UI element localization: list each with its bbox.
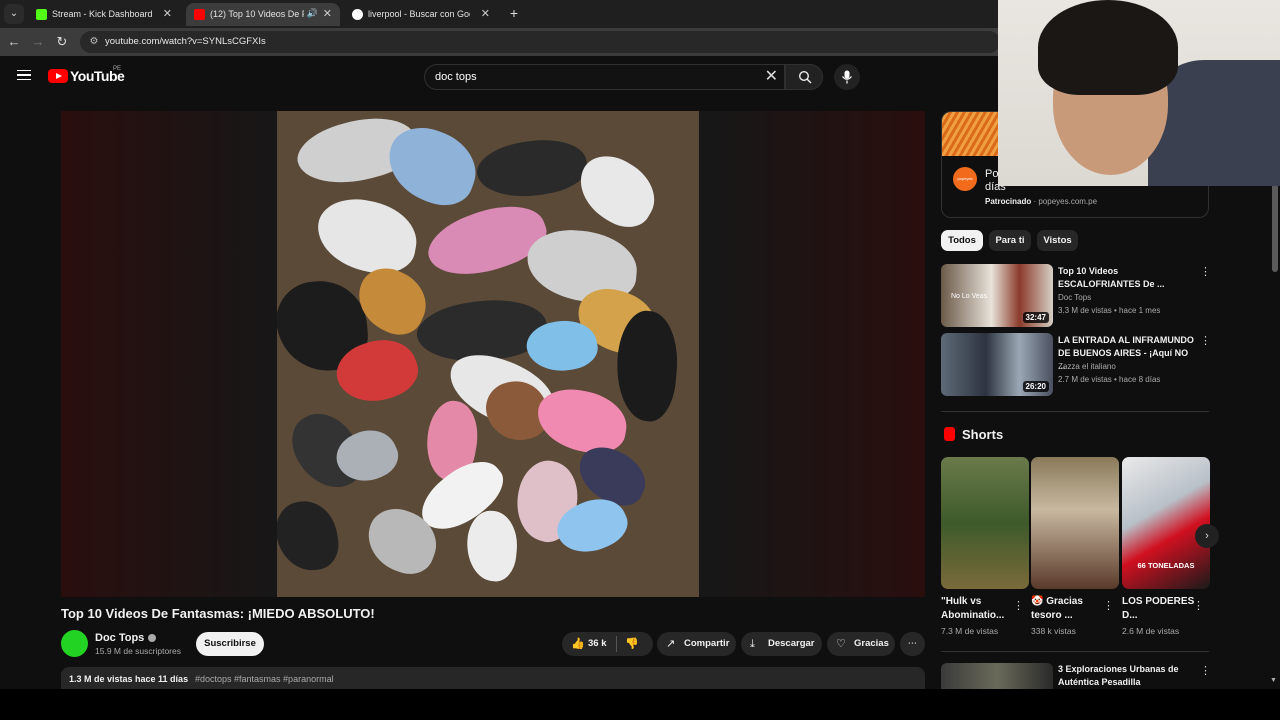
video-title: Top 10 Videos De Fantasmas: ¡MIEDO ABSOL…: [61, 606, 375, 621]
popeyes-logo: popeyes: [953, 167, 977, 191]
download-button[interactable]: ⤓ Descargar: [741, 632, 822, 656]
short-thumbnail[interactable]: [941, 457, 1029, 589]
more-vertical-icon[interactable]: ⋮: [1200, 265, 1211, 279]
search-icon: [798, 70, 812, 84]
recommendation-item[interactable]: No Lo Veas 32:47 Top 10 Videos ESCALOFRI…: [941, 264, 1211, 328]
like-divider: [616, 636, 617, 652]
menu-hamburger-icon[interactable]: [17, 70, 31, 80]
youtube-header: YouTube PE doc tops ✕: [0, 56, 1000, 98]
recommendation-item[interactable]: 26:20 LA ENTRADA AL INFRAMUNDO DE BUENOS…: [941, 333, 1211, 397]
speaker-icon[interactable]: 🔊: [307, 8, 318, 19]
short-title[interactable]: LOS PODERES D...: [1122, 595, 1198, 623]
section-divider: [941, 411, 1209, 412]
short-views: 2.6 M de vistas: [1122, 626, 1180, 636]
ad-banner-image: [942, 112, 1002, 156]
close-tab-icon[interactable]: ✕: [323, 7, 332, 20]
more-vertical-icon[interactable]: ⋮: [1200, 334, 1211, 348]
thumbs-down-icon[interactable]: 👎: [625, 632, 639, 656]
webcam-overlay: [998, 0, 1280, 186]
short-views: 7.3 M de vistas: [941, 626, 999, 636]
video-thumbnail[interactable]: No Lo Veas 32:47: [941, 264, 1053, 327]
chip-para-ti[interactable]: Para ti: [989, 230, 1031, 251]
country-code: PE: [113, 66, 122, 72]
recommendation-meta: 3.3 M de vistas • hace 1 mes: [1058, 306, 1161, 315]
more-actions-button[interactable]: ⋯: [900, 632, 925, 656]
new-tab-plus-icon[interactable]: +: [505, 4, 523, 22]
more-vertical-icon[interactable]: ⋮: [1103, 599, 1114, 613]
shorts-heading: Shorts: [962, 427, 1004, 442]
verified-check-icon: [148, 634, 157, 643]
recommendation-channel[interactable]: Doc Tops: [1058, 293, 1091, 302]
heart-dollar-icon: ♡: [836, 638, 846, 650]
channel-avatar[interactable]: [61, 630, 88, 657]
video-thumbnail[interactable]: 26:20: [941, 333, 1053, 396]
duration-badge: 32:47: [1022, 312, 1049, 323]
emoji-icon: 🤡: [1031, 596, 1044, 607]
short-title[interactable]: "Hulk vs Abominatio...: [941, 595, 1017, 623]
short-thumbnail[interactable]: 66 TONELADAS: [1122, 457, 1210, 589]
like-count[interactable]: 36 k: [588, 632, 607, 656]
close-tab-icon[interactable]: ✕: [481, 7, 490, 20]
close-tab-icon[interactable]: ✕: [163, 7, 172, 20]
chip-vistos[interactable]: Vistos: [1037, 230, 1078, 251]
thumbs-up-icon[interactable]: 👍: [571, 632, 585, 656]
tab-youtube-video[interactable]: (12) Top 10 Videos De Fantasmas 🔊 ✕: [186, 3, 340, 26]
channel-name[interactable]: Doc Tops: [95, 632, 157, 644]
chevron-right-icon[interactable]: ›: [1195, 524, 1219, 548]
webcam-hair: [1038, 0, 1178, 95]
duration-badge: 26:20: [1022, 381, 1049, 392]
more-vertical-icon[interactable]: ⋮: [1193, 599, 1204, 613]
search-button[interactable]: [785, 64, 823, 90]
tab-google-search[interactable]: liverpool - Buscar con Google ✕: [344, 3, 498, 26]
ad-meta: Patrocinado · popeyes.com.pe: [985, 197, 1098, 206]
video-frame-shoe-pile: [277, 111, 699, 597]
short-views: 338 k vistas: [1031, 626, 1076, 636]
short-title[interactable]: 🤡 Gracias tesoro ...: [1031, 595, 1107, 623]
youtube-logo-icon[interactable]: [48, 69, 68, 83]
short-thumbnail[interactable]: [1031, 457, 1119, 589]
share-arrow-icon: ↗: [666, 638, 676, 650]
description-box[interactable]: 1.3 M de vistas hace 11 días #doctops #f…: [61, 667, 925, 689]
short-overlay-text: 66 TONELADAS: [1137, 561, 1195, 570]
recommendation-channel[interactable]: Zazza el italiano: [1058, 362, 1116, 371]
more-horizontal-icon: ⋯: [907, 638, 918, 649]
thanks-button[interactable]: ♡ Gracias: [827, 632, 895, 656]
more-vertical-icon[interactable]: ⋮: [1200, 664, 1211, 678]
recommendation-meta: 2.7 M de vistas • hace 8 días: [1058, 375, 1161, 384]
like-dislike-group: 👍 36 k 👎: [562, 632, 653, 656]
subscribe-button[interactable]: Suscribirse: [196, 632, 264, 656]
recommendation-title[interactable]: Top 10 Videos ESCALOFRIANTES De ...: [1058, 265, 1198, 291]
bottom-bar: [0, 689, 1280, 720]
more-vertical-icon[interactable]: ⋮: [1013, 599, 1024, 613]
clear-search-icon[interactable]: ✕: [765, 68, 778, 86]
back-arrow-icon[interactable]: ←: [5, 33, 23, 51]
section-divider: [941, 651, 1209, 652]
download-icon: ⤓: [750, 638, 755, 650]
share-button[interactable]: ↗ Compartir: [657, 632, 736, 656]
google-favicon-icon: [352, 9, 363, 20]
youtube-favicon-icon: [194, 9, 205, 20]
thumbnail-caption: No Lo Veas: [951, 293, 988, 300]
chip-todos[interactable]: Todos: [941, 230, 983, 251]
voice-search-button[interactable]: [834, 64, 860, 90]
shorts-logo-icon: [944, 427, 955, 441]
microphone-icon: [842, 70, 852, 84]
tab-search-chevron-icon[interactable]: ⌄: [4, 4, 24, 24]
search-input[interactable]: doc tops ✕: [424, 64, 785, 90]
video-player[interactable]: [61, 111, 925, 597]
site-settings-icon[interactable]: ⚙: [87, 35, 101, 49]
reload-icon[interactable]: ↻: [53, 33, 71, 51]
subscriber-count: 15.9 M de suscriptores: [95, 646, 181, 656]
tab-kick-dashboard[interactable]: Stream - Kick Dashboard ✕: [28, 3, 180, 26]
kick-favicon-icon: [36, 9, 47, 20]
forward-arrow-icon[interactable]: →: [29, 33, 47, 51]
url-field[interactable]: ⚙ youtube.com/watch?v=SYNLsCGFXIs: [80, 31, 1000, 53]
scroll-down-arrow-icon[interactable]: ▼: [1270, 677, 1277, 684]
recommendation-title[interactable]: 3 Exploraciones Urbanas de Auténtica Pes…: [1058, 663, 1198, 689]
